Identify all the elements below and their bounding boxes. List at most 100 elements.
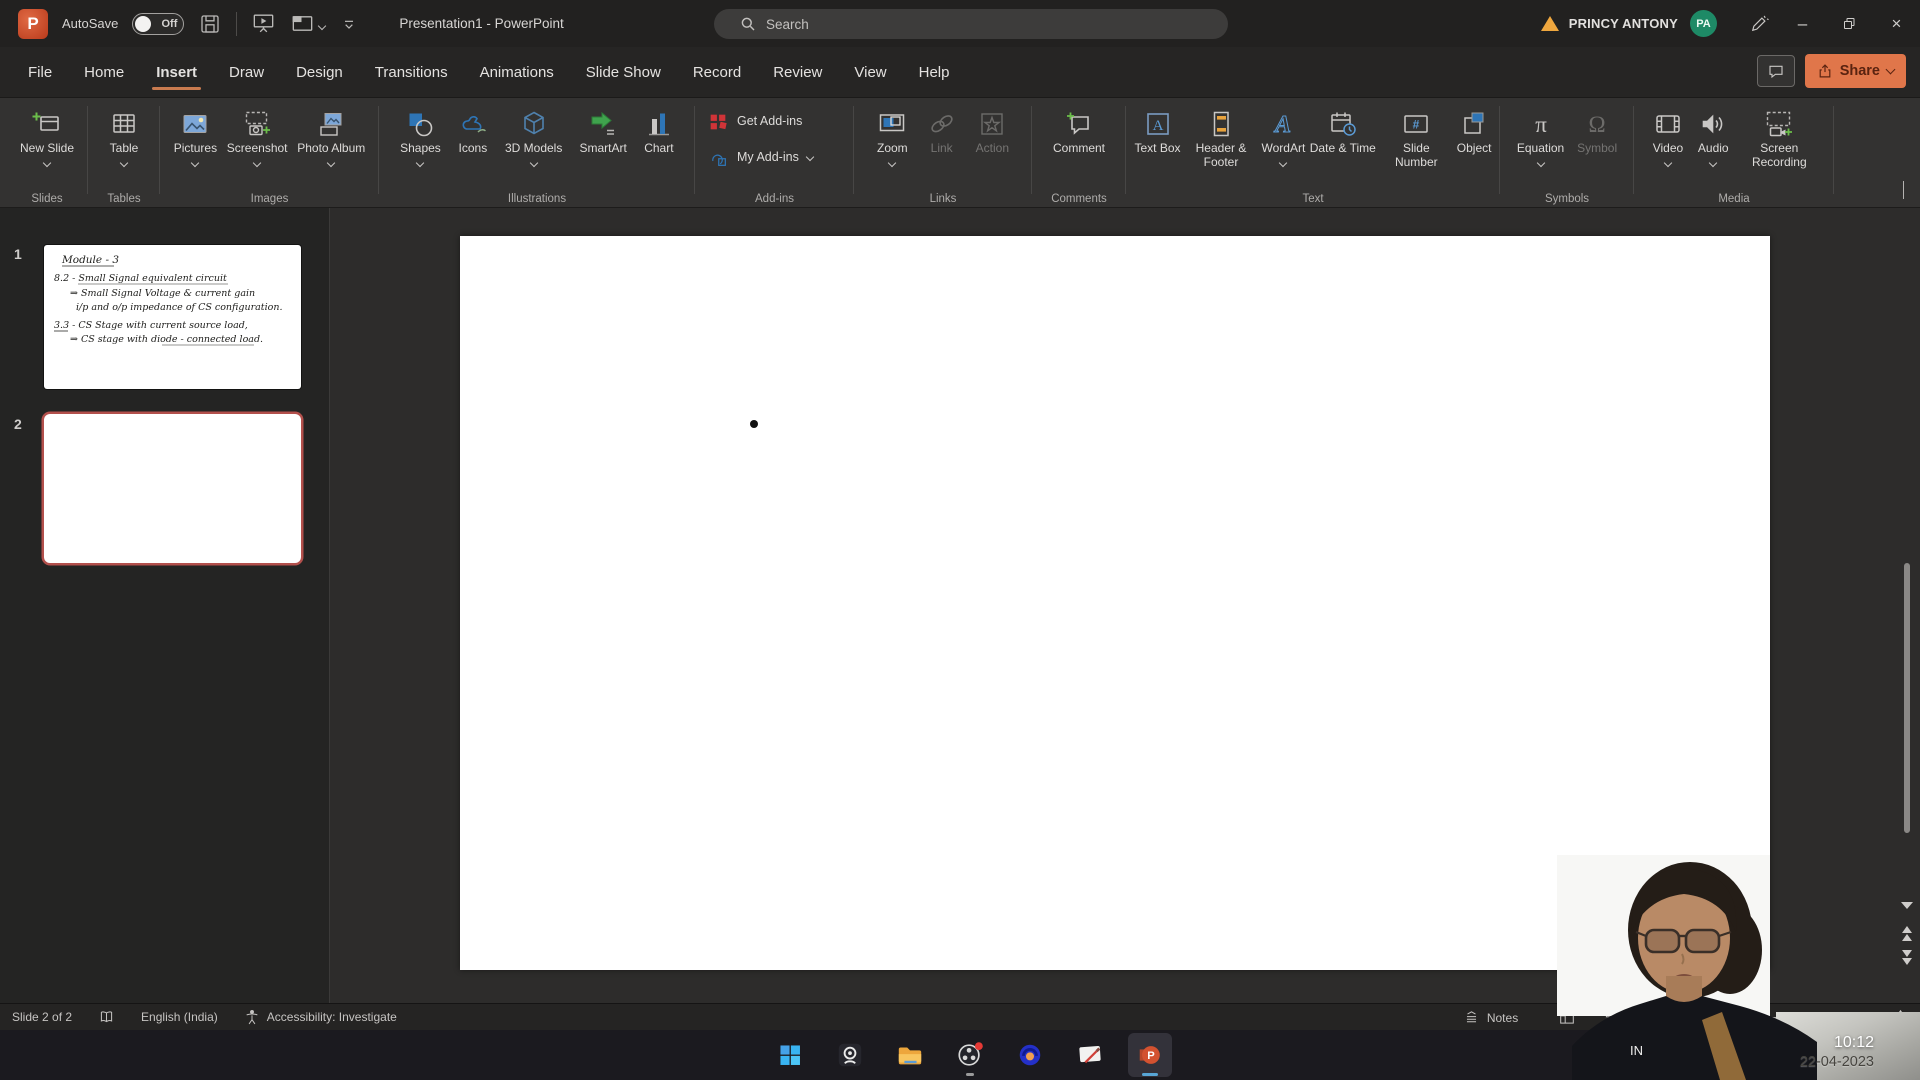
notes-icon [1463,1009,1480,1026]
previous-slide-button[interactable] [1896,924,1918,943]
slide-2-number: 2 [14,416,22,432]
slide-indicator[interactable]: Slide 2 of 2 [12,1010,72,1024]
slide-1-thumbnail[interactable]: Module - 3 8.2 - Small Signal equivalent… [44,245,301,389]
dropdown-chevron [529,158,537,166]
notes-button[interactable]: Notes [1463,1009,1518,1026]
link-button: Link [927,103,957,156]
tray-time: 10:12 [1800,1034,1874,1052]
symbol-icon: Ω [1582,106,1612,142]
start-button[interactable] [768,1033,812,1077]
new-slide-button[interactable]: New Slide [20,103,74,166]
autosave-toggle[interactable]: Off [132,13,184,35]
vertical-scrollbar[interactable] [1904,563,1910,833]
date-time-button[interactable]: Date & Time [1310,103,1376,156]
tab-home[interactable]: Home [78,51,130,94]
chart-button[interactable]: Chart [644,103,674,156]
quick-access-chevron-icon[interactable] [339,14,359,34]
accessibility-status[interactable]: Accessibility: Investigate [244,1009,397,1025]
dropdown-chevron [120,158,128,166]
search-icon [740,16,756,32]
tray-language[interactable]: IN [1630,1043,1643,1058]
warning-icon[interactable] [1541,16,1559,31]
slide-2-thumbnail[interactable] [44,414,301,563]
tray-clock[interactable]: 10:12 22-04-2023 [1800,1034,1874,1070]
pictures-button[interactable]: Pictures [174,103,217,166]
video-button[interactable]: Video [1653,103,1683,166]
whiteboard-app-icon[interactable] [1068,1033,1112,1077]
smartart-button[interactable]: SmartArt [579,103,626,156]
slide-number-button[interactable]: # Slide Number [1380,103,1452,169]
tab-record[interactable]: Record [687,51,747,94]
3d-models-button[interactable]: 3D Models [505,103,562,166]
customize-toolbar-icon[interactable] [290,11,325,36]
tab-slide-show[interactable]: Slide Show [580,51,667,94]
tab-view[interactable]: View [848,51,892,94]
book-icon [98,1009,115,1026]
ribbon: New Slide Slides Table Tables [0,98,1920,208]
svg-text:#: # [1413,118,1420,132]
action-button: Action [976,103,1009,156]
header-footer-button[interactable]: Header & Footer [1185,103,1257,169]
search-input[interactable] [766,17,1146,32]
comment-bubble-icon [1766,61,1786,81]
collapse-ribbon-chevron[interactable] [1903,181,1904,199]
tab-insert[interactable]: Insert [150,51,203,94]
powerpoint-taskbar-icon[interactable]: P [1128,1033,1172,1077]
tab-transitions[interactable]: Transitions [369,51,454,94]
tab-draw[interactable]: Draw [223,51,270,94]
close-button[interactable]: × [1873,0,1920,47]
equation-button[interactable]: π Equation [1517,103,1564,166]
wordart-button[interactable]: A WordArt [1261,103,1305,166]
minimize-button[interactable]: – [1779,0,1826,47]
my-add-ins-button[interactable]: My Add-ins [707,147,813,169]
ribbon-group-images: Pictures Screenshot Photo Album [164,98,375,208]
tab-review[interactable]: Review [767,51,828,94]
svg-text:8.2 - Small Signal equivalent: 8.2 - Small Signal equivalent circuit [54,273,227,284]
spell-check-button[interactable] [98,1009,115,1026]
screenshot-button[interactable]: Screenshot [227,103,288,166]
recorder-app-icon[interactable] [1008,1033,1052,1077]
chevron-down-icon [318,21,326,29]
scroll-down-arrow[interactable] [1896,900,1918,911]
ribbon-group-comments: Comment Comments [1036,98,1122,208]
search-bar[interactable] [714,9,1228,39]
table-button[interactable]: Table [109,103,139,166]
get-add-ins-button[interactable]: Get Add-ins [707,111,813,133]
audio-button[interactable]: Audio [1698,103,1729,166]
coming-soon-pen-icon[interactable] [1739,0,1779,47]
start-slideshow-icon[interactable] [251,11,276,36]
comments-pane-button[interactable] [1757,55,1795,87]
object-button[interactable]: Object [1457,103,1492,156]
file-explorer-icon[interactable] [888,1033,932,1077]
share-dropdown-chevron [1886,64,1896,74]
dropdown-chevron [1279,158,1287,166]
object-icon [1459,106,1489,142]
shapes-button[interactable]: Shapes [400,103,441,166]
text-box-button[interactable]: A Text Box [1134,103,1180,156]
tab-file[interactable]: File [22,51,58,94]
svg-text:⇒ Small Signal Voltage & curre: ⇒ Small Signal Voltage & current gain [70,288,255,299]
account-name[interactable]: PRINCY ANTONY [1569,16,1678,31]
language-indicator[interactable]: English (India) [141,1010,218,1024]
photo-album-button[interactable]: Photo Album [297,103,365,166]
obs-studio-icon[interactable] [948,1033,992,1077]
tab-animations[interactable]: Animations [474,51,560,94]
dropdown-chevron [1536,158,1544,166]
tab-help[interactable]: Help [913,51,956,94]
screen-recording-button[interactable]: Screen Recording [1743,103,1815,169]
avatar[interactable]: PA [1690,10,1717,37]
dropdown-chevron [253,158,261,166]
accessibility-icon [244,1009,260,1025]
restore-button[interactable] [1826,0,1873,47]
tab-design[interactable]: Design [290,51,349,94]
camera-app-icon[interactable] [828,1033,872,1077]
icons-icon [458,106,488,142]
date-time-icon [1328,106,1358,142]
zoom-button[interactable]: Zoom [877,103,908,166]
share-button[interactable]: Share [1805,54,1906,88]
slide-thumbnails-panel: 1 Module - 3 8.2 - Small Signal equivale… [0,208,330,1003]
next-slide-button[interactable] [1896,948,1918,967]
icons-button[interactable]: Icons [458,103,488,156]
comment-button[interactable]: Comment [1053,103,1105,156]
save-icon[interactable] [198,12,222,36]
